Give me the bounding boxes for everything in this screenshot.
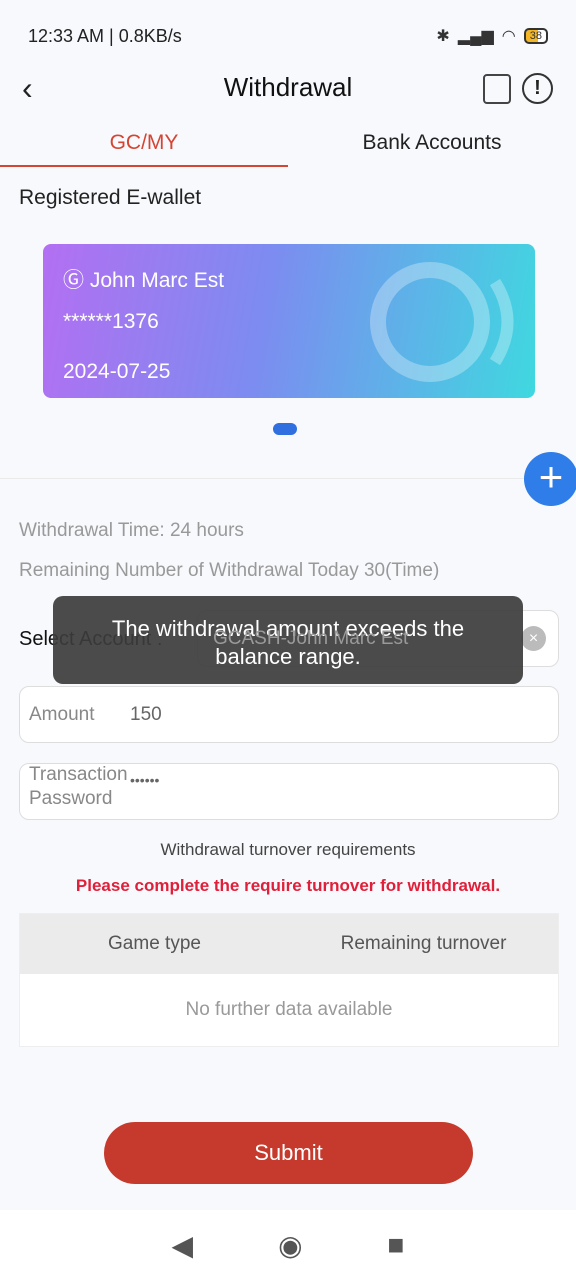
password-label: Transaction — [29, 764, 128, 785]
card-number: ******1376 — [63, 310, 159, 333]
status-time: 12:33 AM | 0.8KB/s — [28, 25, 182, 46]
account-value: GCASH-John Marc Est — [213, 628, 409, 649]
status-bar: 12:33 AM | 0.8KB/s ✱ ▂▄▆ ◠ 38 — [28, 22, 548, 50]
tab-bar: GC/MY Bank Accounts — [0, 125, 576, 167]
back-nav-icon[interactable]: ◀ — [172, 1229, 194, 1262]
bluetooth-icon: ✱ — [436, 28, 450, 45]
divider — [0, 478, 576, 479]
submit-button[interactable]: Submit — [104, 1122, 473, 1184]
column-header: Remaining turnover — [340, 933, 507, 954]
add-wallet-button[interactable]: + — [524, 452, 576, 506]
gcash-logo-icon — [370, 262, 514, 382]
password-label-2: Password — [29, 788, 113, 809]
recents-nav-icon[interactable]: ■ — [388, 1229, 405, 1261]
turnover-title: Withdrawal turnover requirements — [160, 840, 416, 859]
carousel-indicator — [273, 423, 297, 435]
withdraw-record-icon[interactable] — [483, 74, 511, 104]
remaining-withdrawals: Remaining Number of Withdrawal Today 30(… — [19, 560, 440, 581]
battery-icon: 38 — [523, 28, 548, 44]
empty-message: No further data available — [185, 999, 393, 1020]
amount-input[interactable]: Amount 150 — [19, 686, 559, 743]
password-input[interactable]: Transaction Password •••••• — [19, 763, 559, 820]
gcash-icon: Ⓖ — [63, 269, 90, 292]
amount-label: Amount — [29, 704, 95, 725]
tab-bank-accounts[interactable]: Bank Accounts — [288, 125, 576, 167]
turnover-warning: Please complete the require turnover for… — [75, 876, 501, 895]
wifi-icon: ◠ — [501, 28, 516, 45]
amount-value: 150 — [130, 704, 162, 725]
card-holder-text: John Marc Est — [89, 269, 225, 292]
signal-icon: ▂▄▆ — [457, 28, 494, 45]
password-value: •••••• — [130, 772, 160, 788]
tab-gc-my[interactable]: GC/MY — [0, 125, 288, 167]
clear-icon[interactable]: × — [521, 626, 546, 651]
section-title: Registered E-wallet — [19, 186, 202, 209]
home-nav-icon[interactable]: ◉ — [278, 1229, 302, 1262]
column-header: Game type — [108, 933, 201, 954]
info-icon[interactable]: ! — [522, 73, 553, 104]
card-holder-name: Ⓖ John Marc Est — [63, 264, 224, 294]
ewallet-card[interactable]: Ⓖ John Marc Est ******1376 2024-07-25 — [43, 244, 535, 398]
card-date: 2024-07-25 — [63, 360, 171, 383]
system-nav-bar: ◀ ◉ ■ — [0, 1210, 576, 1280]
table-header: Game type Remaining turnover — [20, 914, 558, 974]
turnover-table: Game type Remaining turnover No further d… — [19, 913, 559, 1047]
withdrawal-time: Withdrawal Time: 24 hours — [19, 520, 244, 541]
